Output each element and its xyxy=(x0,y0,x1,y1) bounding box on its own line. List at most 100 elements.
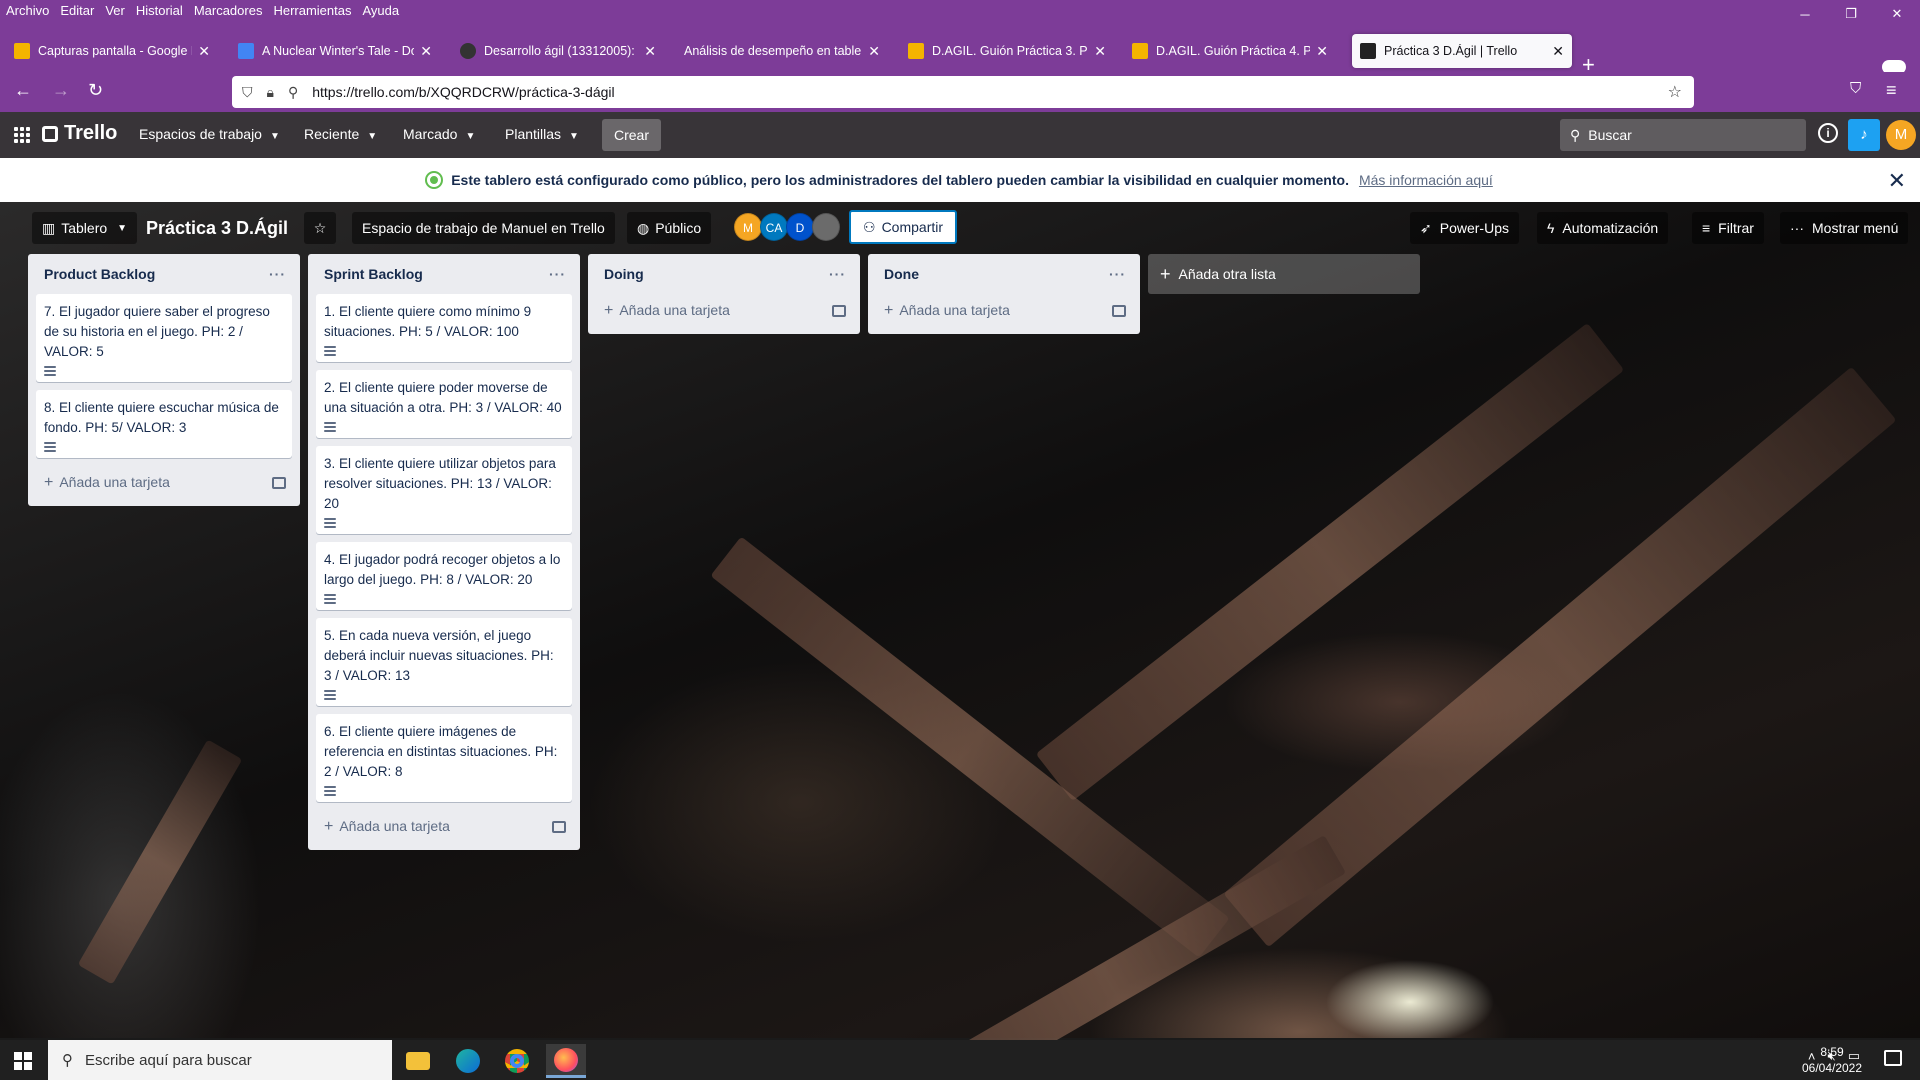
card-template-icon[interactable] xyxy=(272,477,286,489)
board-title[interactable]: Práctica 3 D.Ágil xyxy=(146,214,288,242)
nav-starred[interactable]: Marcado ▼ xyxy=(403,126,475,142)
filter-button[interactable]: ≡ Filtrar xyxy=(1692,212,1764,244)
list-header: Doing ··· xyxy=(596,254,852,294)
card-template-icon[interactable] xyxy=(552,821,566,833)
tab-guion-4[interactable]: D.AGIL. Guión Práctica 4. Proye ✕ xyxy=(1124,34,1336,68)
card-template-icon[interactable] xyxy=(832,305,846,317)
info-icon[interactable]: i xyxy=(1818,123,1838,143)
pocket-icon[interactable]: ⛉ xyxy=(1850,80,1861,97)
nav-templates[interactable]: Plantillas ▼ xyxy=(505,126,579,142)
card-template-icon[interactable] xyxy=(1112,305,1126,317)
close-tab-icon[interactable]: ✕ xyxy=(1552,43,1564,60)
address-bar[interactable]: ⛉ 🔒︎ ⚲ https://trello.com/b/XQQRDCRW/prá… xyxy=(232,76,1694,108)
tab-moodle[interactable]: Desarrollo ágil (13312005): Herra ✕ xyxy=(452,34,664,68)
forward-icon[interactable]: → xyxy=(52,80,70,101)
create-button[interactable]: Crear xyxy=(602,119,662,151)
permissions-icon[interactable]: ⚲ xyxy=(288,84,298,101)
list-title[interactable]: Sprint Backlog xyxy=(324,266,423,282)
windows-start-icon[interactable] xyxy=(14,1052,32,1070)
bookmark-star-icon[interactable]: ☆ xyxy=(1668,82,1682,102)
tab-google-docs[interactable]: A Nuclear Winter's Tale - Docum ✕ xyxy=(230,34,440,68)
automation-button[interactable]: ϟ Automatización xyxy=(1537,212,1669,244)
card[interactable]: 6. El cliente quiere imágenes de referen… xyxy=(316,714,572,802)
close-tab-icon[interactable]: ✕ xyxy=(1094,43,1106,60)
banner-more-info-link[interactable]: Más información aquí xyxy=(1359,172,1493,188)
close-tab-icon[interactable]: ✕ xyxy=(420,43,432,60)
description-icon xyxy=(324,594,336,604)
lock-icon[interactable]: 🔒︎ xyxy=(267,84,274,101)
card[interactable]: 5. En cada nueva versión, el juego deber… xyxy=(316,618,572,706)
tab-trello-active[interactable]: Práctica 3 D.Ágil | Trello ✕ xyxy=(1352,34,1572,68)
star-board-icon[interactable]: ☆ xyxy=(304,212,336,244)
list-title[interactable]: Doing xyxy=(604,266,644,282)
close-tab-icon[interactable]: ✕ xyxy=(644,43,656,60)
menu-editar[interactable]: Editar xyxy=(60,3,94,18)
menu-ver[interactable]: Ver xyxy=(105,3,125,18)
card[interactable]: 4. El jugador podrá recoger objetos a lo… xyxy=(316,542,572,610)
apps-grid-icon[interactable] xyxy=(14,127,30,143)
firefox-icon[interactable] xyxy=(546,1044,586,1078)
close-banner-icon[interactable]: ✕ xyxy=(1888,168,1906,194)
list-menu-icon[interactable]: ··· xyxy=(1109,266,1126,282)
card[interactable]: 7. El jugador quiere saber el progreso d… xyxy=(36,294,292,382)
hamburger-menu-icon[interactable]: ≡ xyxy=(1886,80,1897,101)
close-tab-icon[interactable]: ✕ xyxy=(1316,43,1328,60)
nav-workspaces[interactable]: Espacios de trabajo ▼ xyxy=(139,126,280,142)
back-icon[interactable]: ← xyxy=(14,80,32,101)
list-title[interactable]: Product Backlog xyxy=(44,266,155,282)
add-list-button[interactable]: + Añada otra lista xyxy=(1148,254,1420,294)
nav-recent[interactable]: Reciente ▼ xyxy=(304,126,377,142)
list-done: Done ··· + Añada una tarjeta xyxy=(868,254,1140,334)
notifications-bell-icon[interactable]: ♪ xyxy=(1848,119,1880,151)
edge-icon[interactable] xyxy=(448,1044,488,1078)
tab-guion-3[interactable]: D.AGIL. Guión Práctica 3. Proye ✕ xyxy=(900,34,1114,68)
workspace-button[interactable]: Espacio de trabajo de Manuel en Trello xyxy=(352,212,615,244)
tab-google-drive[interactable]: Capturas pantalla - Google Drive ✕ xyxy=(6,34,218,68)
card-title: 4. El jugador podrá recoger objetos a lo… xyxy=(324,552,561,587)
add-card-button[interactable]: + Añada una tarjeta xyxy=(884,302,1010,320)
shield-icon[interactable]: ⛉ xyxy=(242,84,253,101)
list-menu-icon[interactable]: ··· xyxy=(549,266,566,282)
share-button[interactable]: ⚇ Compartir xyxy=(849,210,958,244)
user-avatar[interactable]: M xyxy=(1886,120,1916,150)
reload-icon[interactable]: ↻ xyxy=(88,80,103,101)
list-menu-icon[interactable]: ··· xyxy=(269,266,286,282)
menu-herramientas[interactable]: Herramientas xyxy=(273,3,351,18)
list-menu-icon[interactable]: ··· xyxy=(829,266,846,282)
menu-ayuda[interactable]: Ayuda xyxy=(362,3,399,18)
search-input[interactable]: ⚲ Buscar xyxy=(1560,119,1806,151)
globe-icon xyxy=(427,173,442,187)
taskbar-clock[interactable]: 8:59 06/04/2022 xyxy=(1792,1044,1872,1076)
visibility-button[interactable]: ◍ Público xyxy=(627,212,712,244)
card[interactable]: 3. El cliente quiere utilizar objetos pa… xyxy=(316,446,572,534)
file-explorer-icon[interactable] xyxy=(398,1044,438,1078)
notification-center-icon[interactable] xyxy=(1884,1050,1902,1066)
close-tab-icon[interactable]: ✕ xyxy=(198,43,210,60)
card[interactable]: 1. El cliente quiere como mínimo 9 situa… xyxy=(316,294,572,362)
card[interactable]: 2. El cliente quiere poder moverse de un… xyxy=(316,370,572,438)
add-card-button[interactable]: + Añada una tarjeta xyxy=(44,474,170,492)
add-card-button[interactable]: + Añada una tarjeta xyxy=(324,818,450,836)
member-avatar[interactable]: D xyxy=(786,213,814,241)
member-avatar[interactable] xyxy=(812,213,840,241)
member-avatar[interactable]: M xyxy=(734,213,762,241)
menu-archivo[interactable]: Archivo xyxy=(6,3,49,18)
taskbar-search-input[interactable]: ⚲ Escribe aquí para buscar xyxy=(48,1040,392,1080)
url-text[interactable]: https://trello.com/b/XQQRDCRW/práctica-3… xyxy=(312,84,614,100)
menu-historial[interactable]: Historial xyxy=(136,3,183,18)
board-view-switcher[interactable]: ▥ Tablero ▼ xyxy=(32,212,138,244)
chrome-icon[interactable] xyxy=(497,1044,537,1078)
tab-analisis[interactable]: Análisis de desempeño en tableros ✕ xyxy=(676,34,888,68)
list-title[interactable]: Done xyxy=(884,266,919,282)
card[interactable]: 8. El cliente quiere escuchar música de … xyxy=(36,390,292,458)
add-card-button[interactable]: + Añada una tarjeta xyxy=(604,302,730,320)
close-tab-icon[interactable]: ✕ xyxy=(868,43,880,60)
public-board-banner: Este tablero está configurado como públi… xyxy=(0,158,1920,202)
member-avatar[interactable]: CA xyxy=(760,213,788,241)
search-icon: ⚲ xyxy=(62,1052,73,1069)
trello-logo[interactable]: Trello xyxy=(42,122,117,145)
menu-marcadores[interactable]: Marcadores xyxy=(194,3,263,18)
show-menu-button[interactable]: ··· Mostrar menú xyxy=(1780,212,1909,244)
power-ups-button[interactable]: ➶ Power-Ups xyxy=(1410,212,1519,244)
chevron-down-icon: ▼ xyxy=(465,131,476,142)
